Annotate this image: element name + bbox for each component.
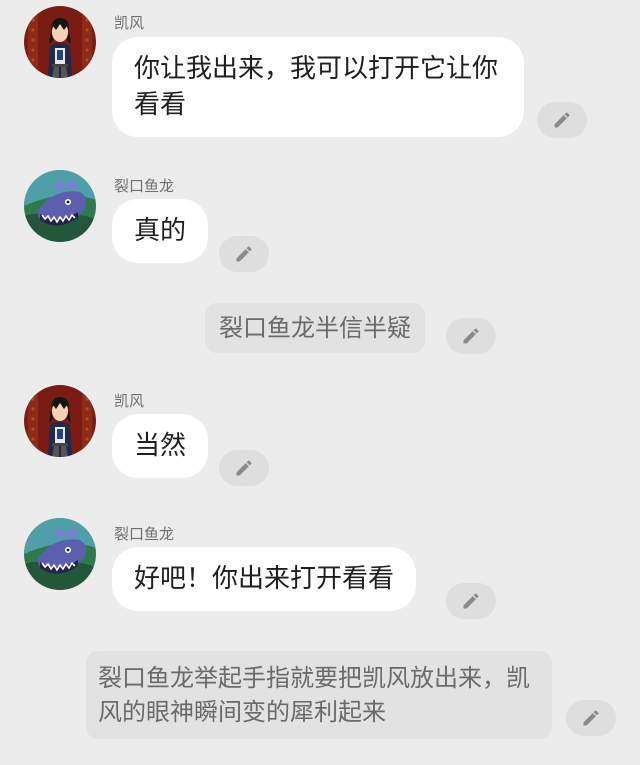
edit-button[interactable] [446,318,496,354]
pencil-icon [463,328,479,344]
message-bubble[interactable]: 真的 [112,199,209,263]
sender-name: 凯风 [114,14,145,32]
edit-button[interactable] [219,236,269,272]
narration-bubble[interactable]: 裂口鱼龙举起手指就要把凯风放出来，凯风的眼神瞬间变的犀利起来 [86,651,552,739]
message-bubble[interactable]: 好吧！你出来打开看看 [112,547,417,611]
message-bubble[interactable]: 你让我出来，我可以打开它让你看看 [112,37,524,137]
avatar[interactable] [24,518,96,590]
pencil-icon [236,460,252,476]
kaifeng-avatar-icon [24,385,96,457]
message-bubble[interactable]: 当然 [112,414,209,478]
narration-bubble[interactable]: 裂口鱼龙半信半疑 [205,303,425,353]
pencil-icon [236,246,252,262]
pencil-icon [583,710,599,726]
liekou-avatar-icon [24,170,96,242]
edit-button[interactable] [566,700,616,736]
liekou-avatar-icon [24,518,96,590]
kaifeng-avatar-icon [24,6,96,78]
pencil-icon [554,112,570,128]
avatar[interactable] [24,385,96,457]
sender-name: 凯风 [114,392,145,410]
pencil-icon [463,593,479,609]
sender-name: 裂口鱼龙 [114,177,175,195]
avatar[interactable] [24,170,96,242]
sender-name: 裂口鱼龙 [114,525,175,543]
edit-button[interactable] [537,102,587,138]
edit-button[interactable] [446,583,496,619]
edit-button[interactable] [219,450,269,486]
avatar[interactable] [24,6,96,78]
